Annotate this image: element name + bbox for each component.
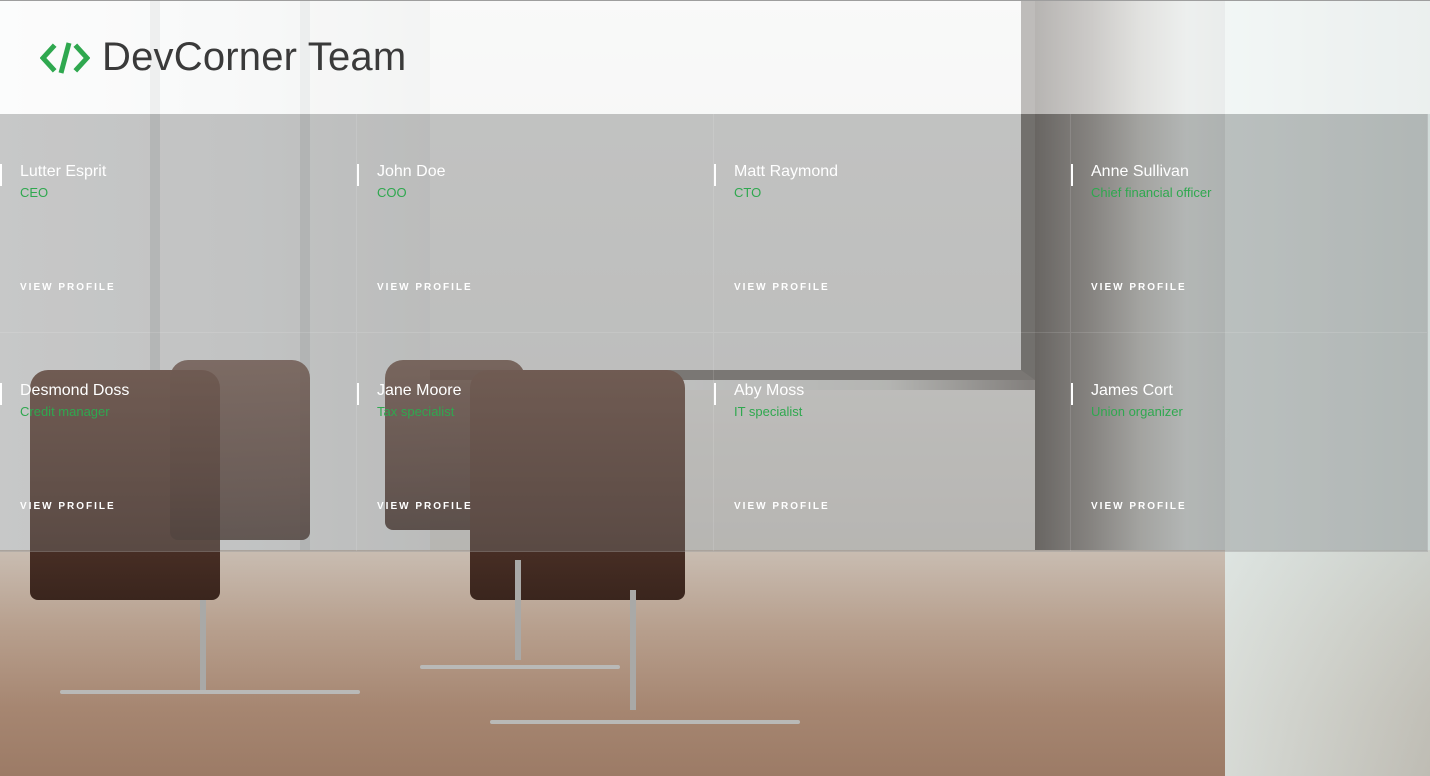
member-name: Jane Moore: [377, 382, 462, 399]
view-profile-link[interactable]: VIEW PROFILE: [1091, 501, 1187, 512]
member-role: Tax specialist: [377, 404, 455, 419]
team-card: James Cort Union organizer VIEW PROFILE: [1071, 333, 1428, 552]
member-name: James Cort: [1091, 382, 1173, 399]
member-name: Desmond Doss: [20, 382, 130, 399]
view-profile-link[interactable]: VIEW PROFILE: [20, 501, 116, 512]
view-profile-link[interactable]: VIEW PROFILE: [734, 501, 830, 512]
member-name: Matt Raymond: [734, 163, 839, 180]
member-role: COO: [377, 185, 407, 200]
member-role: IT specialist: [734, 404, 803, 419]
member-role: Chief financial officer: [1091, 185, 1212, 200]
team-grid: Lutter Esprit CEO VIEW PROFILE John Doe …: [0, 114, 1428, 552]
member-role: CEO: [20, 185, 49, 200]
view-profile-link[interactable]: VIEW PROFILE: [1091, 282, 1187, 293]
member-role: Union organizer: [1091, 404, 1183, 419]
team-card: Desmond Doss Credit manager VIEW PROFILE: [0, 333, 357, 552]
view-profile-link[interactable]: VIEW PROFILE: [20, 282, 116, 293]
member-name: Aby Moss: [734, 382, 805, 399]
team-card: Aby Moss IT specialist VIEW PROFILE: [714, 333, 1071, 552]
team-card: Lutter Esprit CEO VIEW PROFILE: [0, 114, 357, 333]
team-card: Matt Raymond CTO VIEW PROFILE: [714, 114, 1071, 333]
brand-title: DevCorner Team: [102, 35, 407, 79]
site-header: DevCorner Team: [0, 0, 1430, 114]
code-brackets-icon: [40, 40, 90, 76]
view-profile-link[interactable]: VIEW PROFILE: [377, 501, 473, 512]
member-name: Anne Sullivan: [1091, 163, 1189, 180]
member-name: John Doe: [377, 163, 446, 180]
member-role: CTO: [734, 185, 762, 200]
view-profile-link[interactable]: VIEW PROFILE: [377, 282, 473, 293]
team-card: Jane Moore Tax specialist VIEW PROFILE: [357, 333, 714, 552]
team-card: Anne Sullivan Chief financial officer VI…: [1071, 114, 1428, 333]
member-name: Lutter Esprit: [20, 163, 107, 180]
view-profile-link[interactable]: VIEW PROFILE: [734, 282, 830, 293]
team-card: John Doe COO VIEW PROFILE: [357, 114, 714, 333]
member-role: Credit manager: [20, 404, 110, 419]
